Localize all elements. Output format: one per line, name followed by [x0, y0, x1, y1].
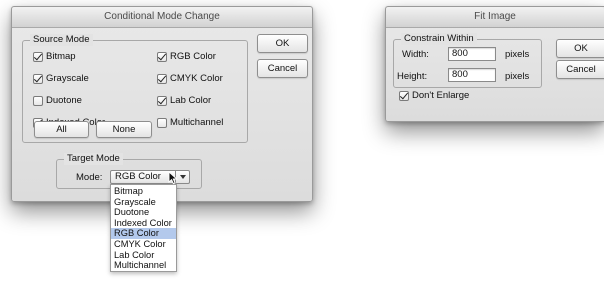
constrain-within-legend: Constrain Within — [401, 33, 477, 45]
source-lab-color-checkbox[interactable]: Lab Color — [157, 95, 211, 107]
height-input[interactable]: 800 — [448, 68, 496, 82]
checkbox-label: Don't Enlarge — [412, 90, 470, 101]
dropdown-option[interactable]: Grayscale — [111, 197, 176, 208]
source-mode-legend: Source Mode — [30, 34, 93, 46]
source-grayscale-checkbox[interactable]: Grayscale — [33, 73, 89, 85]
checkbox-label: Multichannel — [170, 117, 224, 128]
target-mode-legend: Target Mode — [64, 153, 123, 165]
dropdown-option[interactable]: Lab Color — [111, 250, 176, 261]
ok-button[interactable]: OK — [257, 34, 308, 53]
all-button[interactable]: All — [34, 121, 89, 138]
checkbox-box[interactable] — [157, 118, 167, 128]
checkbox-box[interactable] — [157, 74, 167, 84]
height-unit-label: pixels — [505, 71, 530, 82]
checkbox-label: CMYK Color — [170, 73, 223, 84]
checkbox-box[interactable] — [33, 74, 43, 84]
mode-label: Mode: — [76, 172, 103, 183]
width-label: Width: — [402, 49, 429, 60]
cancel-button[interactable]: Cancel — [257, 59, 308, 78]
checkbox-box[interactable] — [33, 52, 43, 62]
target-mode-dropdown-list: Bitmap Grayscale Duotone Indexed Color RGB C… — [110, 184, 177, 272]
dropdown-option[interactable]: Multichannel — [111, 260, 176, 271]
source-rgb-color-checkbox[interactable]: RGB Color — [157, 51, 216, 63]
checkbox-label: Duotone — [46, 95, 82, 106]
width-unit-label: pixels — [505, 49, 530, 60]
checkbox-label: Lab Color — [170, 95, 212, 106]
checkbox-box[interactable] — [399, 91, 409, 101]
source-bitmap-checkbox[interactable]: Bitmap — [33, 51, 76, 63]
none-button[interactable]: None — [96, 121, 152, 138]
dropdown-option[interactable]: Bitmap — [111, 186, 176, 197]
dialog-title: Fit Image — [386, 7, 604, 28]
dropdown-option[interactable]: Indexed Color — [111, 218, 176, 229]
source-multichannel-checkbox[interactable]: Multichannel — [157, 117, 223, 129]
width-input[interactable]: 800 — [448, 47, 496, 61]
source-duotone-checkbox[interactable]: Duotone — [33, 95, 82, 107]
mouse-cursor-icon — [168, 171, 178, 185]
conditional-mode-change-dialog: Conditional Mode Change Source Mode Bitm… — [11, 6, 313, 202]
checkbox-label: Grayscale — [46, 73, 89, 84]
dropdown-option[interactable]: CMYK Color — [111, 239, 176, 250]
source-cmyk-color-checkbox[interactable]: CMYK Color — [157, 73, 223, 85]
target-mode-value: RGB Color — [115, 171, 161, 182]
checkbox-label: RGB Color — [170, 51, 216, 62]
checkbox-label: Bitmap — [46, 51, 76, 62]
dropdown-option[interactable]: RGB Color — [111, 228, 176, 239]
dont-enlarge-checkbox[interactable]: Don't Enlarge — [399, 90, 469, 102]
ok-button[interactable]: OK — [556, 39, 604, 58]
checkbox-box[interactable] — [157, 96, 167, 106]
dialog-title: Conditional Mode Change — [12, 7, 312, 28]
cancel-button[interactable]: Cancel — [556, 60, 604, 79]
height-label: Height: — [397, 71, 428, 82]
dropdown-option[interactable]: Duotone — [111, 207, 176, 218]
fit-image-dialog: Fit Image Constrain Within Width: 800 pi… — [385, 6, 604, 122]
checkbox-box[interactable] — [157, 52, 167, 62]
checkbox-box[interactable] — [33, 96, 43, 106]
